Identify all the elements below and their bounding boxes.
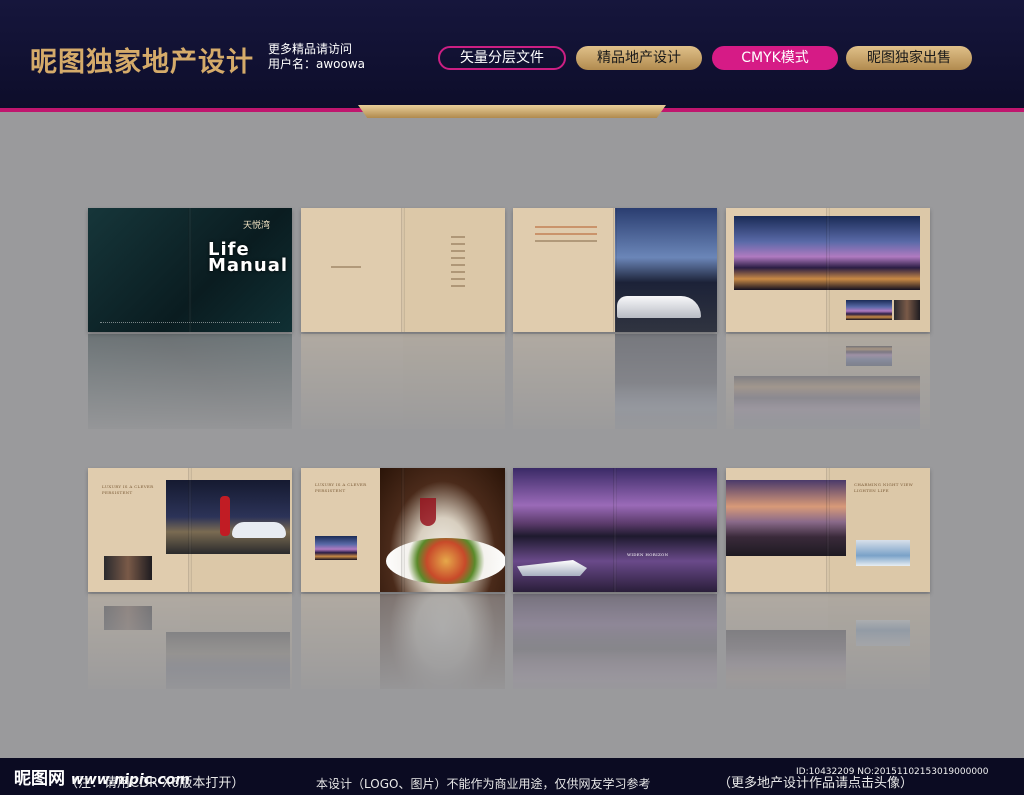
cover-title-line2: Manual xyxy=(208,255,289,276)
spread-city[interactable] xyxy=(726,208,930,332)
image-id: ID:10432209 NO:20151102153019000000 xyxy=(796,767,989,777)
spread-heading: CHARMING NIGHT VIEW LIGHTEN LIFE xyxy=(854,482,913,493)
gold-ribbon xyxy=(358,105,666,118)
contents-list xyxy=(451,236,465,292)
subtitle-line-2: 用户名：awoowa xyxy=(268,57,366,71)
spread-balcony[interactable]: CHARMING NIGHT VIEW LIGHTEN LIFE xyxy=(726,468,930,592)
text-block xyxy=(535,226,597,247)
tag-cmyk-mode[interactable]: CMYK模式 xyxy=(712,46,838,70)
reflection xyxy=(726,594,930,689)
spread-lake[interactable]: WIDEN HORIZON xyxy=(513,468,717,592)
cover-title: Life Manual xyxy=(208,241,289,276)
subtitle-line-1: 更多精品请访问 xyxy=(268,42,353,56)
pool-photo xyxy=(856,540,910,566)
model-figure xyxy=(220,496,230,536)
thumb-photo xyxy=(846,300,892,320)
reflection xyxy=(301,334,505,429)
footer-bar: 昵图网 www.nipic.com （注：请用CDR X6版本打开） 本设计（L… xyxy=(0,758,1024,795)
header-banner: 昵图独家地产设计 更多精品请访问 用户名：awoowa 矢量分层文件 精品地产设… xyxy=(0,0,1024,110)
spread-heading: LUXURY IS A CLEVER PERSISTENT xyxy=(315,482,367,493)
spread-dining[interactable]: LUXURY IS A CLEVER PERSISTENT xyxy=(301,468,505,592)
reflection xyxy=(513,594,717,689)
thumb-photo xyxy=(894,300,920,320)
reflection xyxy=(726,334,930,429)
dining-photo xyxy=(380,468,505,592)
bullet-train xyxy=(617,296,701,318)
tag-premium-design[interactable]: 精品地产设计 xyxy=(576,46,702,70)
cover-footer-rule xyxy=(100,322,280,324)
spread-contents[interactable] xyxy=(301,208,505,332)
spread-train[interactable] xyxy=(513,208,717,332)
thumb-photo xyxy=(315,536,357,560)
open-version-note: （注：请用CDR X6版本打开） xyxy=(65,776,245,791)
car xyxy=(232,522,286,538)
balcony-photo xyxy=(726,480,846,556)
spread-heading: LUXURY IS A CLEVER PERSISTENT xyxy=(102,484,154,495)
spread-heading: WIDEN HORIZON xyxy=(627,552,669,557)
spread-cover[interactable]: 天悦湾 Life Manual xyxy=(88,208,292,332)
reflection xyxy=(301,594,505,689)
brand-subtitle: 更多精品请访问 用户名：awoowa xyxy=(268,42,365,72)
couple-photo xyxy=(104,556,152,580)
brochure-showcase: 天悦湾 Life Manual LUXURY IS A CLEVER PERSI… xyxy=(0,118,1024,758)
yacht xyxy=(517,560,587,576)
city-night-photo xyxy=(734,216,920,290)
reflection xyxy=(88,594,292,689)
reflection xyxy=(88,334,292,429)
skyline-photo xyxy=(615,208,717,332)
lake-night-photo xyxy=(513,468,717,592)
car-photo xyxy=(166,480,290,554)
tag-exclusive-sale[interactable]: 昵图独家出售 xyxy=(846,46,972,70)
brand-title: 昵图独家地产设计 xyxy=(30,47,254,78)
usage-disclaimer: 本设计（LOGO、图片）不能作为商业用途，仅供网友学习参考 xyxy=(316,777,651,791)
cover-logo: 天悦湾 xyxy=(243,221,271,231)
tag-vector-layers[interactable]: 矢量分层文件 xyxy=(438,46,566,70)
spread-car[interactable]: LUXURY IS A CLEVER PERSISTENT xyxy=(88,468,292,592)
dinner-plate xyxy=(386,538,505,584)
wine-glass xyxy=(420,498,436,526)
site-logo-text: 昵图网 xyxy=(14,769,65,789)
text-block xyxy=(331,266,361,273)
reflection xyxy=(513,334,717,429)
